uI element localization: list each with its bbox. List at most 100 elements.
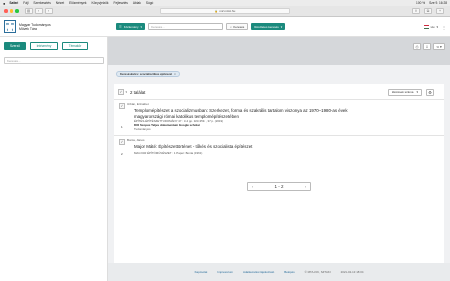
main-area: ⎙ ⇩ ⋖ ▾ Kereséskulcs: szocialisztikus ép…: [108, 37, 450, 281]
apple-icon[interactable]: ●: [3, 1, 5, 6]
export-icon: ⇩: [425, 44, 429, 49]
hungarian-flag-icon: [423, 25, 429, 29]
export-button[interactable]: ⇩: [423, 43, 431, 50]
language-value: Hu: [430, 25, 435, 29]
chevron-down-icon: ▾: [416, 90, 418, 94]
result-title-line: Major Máté: Építészettörténet - tőkés és…: [134, 144, 253, 149]
gear-icon: ⚙: [428, 89, 432, 95]
type-button-topic[interactable]: Témakör: [62, 42, 88, 50]
sort-select[interactable]: Idézések száma ▾: [387, 88, 422, 96]
entity-type-buttons: Szerző Intézmény Témakör: [4, 42, 88, 50]
chevron-down-icon: ▾: [140, 24, 143, 29]
logo-letter: t: [11, 28, 14, 32]
print-button[interactable]: ⎙: [413, 43, 421, 50]
footer-date: 2021-02-13 18:04: [340, 270, 364, 274]
org-line-2: Művek Tára: [19, 27, 37, 31]
result-title-line: Templomépítészet a szocializmusban: Szer…: [134, 108, 348, 113]
result-title[interactable]: Major Máté: Építészettörténet - tőkés és…: [134, 144, 252, 150]
advanced-search-label: Részletes keresés: [254, 24, 279, 29]
pagination: ‹ 1 - 2 ›: [247, 182, 311, 191]
site-footer: Kapcsolat Impresszum Adatkezelési tájéko…: [108, 263, 450, 281]
address-text: m2.mtmt.hu: [219, 9, 236, 13]
share-button[interactable]: ⋖ ▾: [433, 43, 445, 50]
results-count: 2 találat: [130, 89, 146, 95]
result-checkbox[interactable]: ✓: [119, 103, 125, 109]
results-panel: ✓ ▾ 2 találat Idézések száma ▾ ⚙ ✓ 1 Urb…: [114, 84, 444, 264]
sidebar-toggle-icon[interactable]: ▥: [24, 8, 33, 14]
divider: [114, 99, 444, 100]
sort-value: Idézések száma: [391, 90, 414, 94]
language-select[interactable]: Hu ▾: [423, 25, 438, 29]
site-header: m m t t Magyar Tudományos Művek Tára ☰ K…: [0, 17, 450, 37]
window-minimize-button[interactable]: [9, 9, 13, 13]
forward-icon[interactable]: ›: [44, 8, 53, 14]
result-item: ✓ 2 Bonta, János Major Máté: Építészettö…: [114, 137, 444, 167]
address-bar[interactable]: 🔒 m2.mtmt.hu: [160, 8, 290, 14]
new-tab-icon[interactable]: +: [436, 8, 444, 14]
browser-toolbar: ▥ ‹ › 🔒 m2.mtmt.hu ⇪ ⧉ +: [0, 6, 450, 17]
active-filter-label: Kereséskulcs: szocialisztikus építészet: [120, 72, 173, 76]
search-button[interactable]: ⌕ Keresés: [226, 23, 249, 30]
menu-item-edit[interactable]: Szerkesztés: [33, 1, 50, 5]
menu-item-history[interactable]: Előzmények: [69, 1, 86, 5]
results-toolbar: ✓ ▾ 2 találat Idézések száma ▾ ⚙: [114, 88, 444, 96]
footer-link-login[interactable]: Belépés: [284, 270, 294, 274]
result-actions: ⎙ ⇩ ⋖ ▾: [413, 43, 445, 50]
result-number: 1: [121, 125, 123, 129]
menu-item-develop[interactable]: Fejlesztés: [114, 1, 128, 5]
search-button-label: Keresés: [233, 24, 245, 29]
advanced-search-button[interactable]: Részletes keresés ▾: [251, 23, 286, 30]
organization-name: Magyar Tudományos Művek Tára: [19, 23, 51, 31]
menu-item-file[interactable]: Fájl: [23, 1, 28, 5]
left-panel: Szerző Intézmény Témakör Keresés...: [0, 37, 108, 281]
menu-item-window[interactable]: Ablak: [133, 1, 141, 5]
result-category: Tudományos: [134, 127, 151, 131]
footer-link-privacy[interactable]: Adatkezelési tájékoztató: [243, 270, 274, 274]
results-header-band: [108, 37, 450, 65]
chevron-down-icon: ▾: [280, 24, 283, 29]
menu-item-view[interactable]: Nézet: [56, 1, 64, 5]
search-input[interactable]: Keresés...: [148, 23, 224, 30]
page-range-select[interactable]: 1 - 2: [274, 184, 283, 189]
result-title[interactable]: Templomépítészet a szocializmusban: Szer…: [134, 108, 348, 119]
type-button-institution[interactable]: Intézmény: [30, 42, 58, 50]
menu-item-bookmarks[interactable]: Könyvjelzők: [92, 1, 109, 5]
result-number: 2: [121, 152, 123, 156]
settings-button[interactable]: ⚙: [426, 88, 434, 96]
next-page-button[interactable]: ›: [305, 185, 306, 189]
result-checkbox[interactable]: ✓: [119, 139, 125, 145]
chevron-down-icon: ▾: [436, 25, 438, 29]
lock-icon: 🔒: [214, 9, 218, 13]
footer-link-imprint[interactable]: Impresszum: [217, 270, 233, 274]
divider: [114, 135, 444, 136]
search-icon: ⌕: [230, 24, 232, 29]
result-author[interactable]: Bonta, János: [127, 138, 145, 142]
select-all-checkbox[interactable]: ✓: [118, 89, 124, 95]
active-filter-chip[interactable]: Kereséskulcs: szocialisztikus építészet …: [116, 71, 180, 77]
sidebar-filter-input[interactable]: Keresés...: [4, 57, 104, 64]
battery-status[interactable]: 100 %: [416, 1, 425, 5]
mtmt-logo[interactable]: m m t t: [4, 20, 16, 33]
clock[interactable]: Sze 9. 16:28: [429, 1, 447, 5]
menu-app-name[interactable]: Safari: [9, 1, 18, 5]
result-author[interactable]: Urbán, Erzsébet: [127, 102, 149, 106]
prev-page-button[interactable]: ‹: [252, 185, 253, 189]
chevron-down-icon[interactable]: ▾: [126, 90, 128, 94]
back-icon[interactable]: ‹: [34, 8, 43, 14]
print-icon: ⎙: [415, 44, 419, 49]
share-browser-icon[interactable]: ⇪: [412, 8, 420, 14]
user-menu-icon[interactable]: ⋮: [442, 25, 446, 30]
window-close-button[interactable]: [4, 9, 8, 13]
type-button-author[interactable]: Szerző: [4, 42, 26, 50]
footer-copyright: © MTA-KIK, SZTAKI: [304, 270, 331, 274]
search-bar: ☰ Közlemény ▾ Keresés... ⌕ Keresés Részl…: [116, 23, 286, 30]
search-scope-select[interactable]: ☰ Közlemény ▾: [116, 23, 146, 30]
share-icon: ⋖ ▾: [436, 44, 442, 49]
search-scope-value: Közlemény: [123, 24, 139, 29]
footer-link-contact[interactable]: Kapcsolat: [195, 270, 208, 274]
remove-filter-icon[interactable]: ×: [174, 72, 176, 76]
tabs-overview-icon[interactable]: ⧉: [424, 8, 432, 14]
window-maximize-button[interactable]: [15, 9, 19, 13]
list-icon: ☰: [119, 24, 122, 29]
menu-item-help[interactable]: Súgó: [146, 1, 153, 5]
